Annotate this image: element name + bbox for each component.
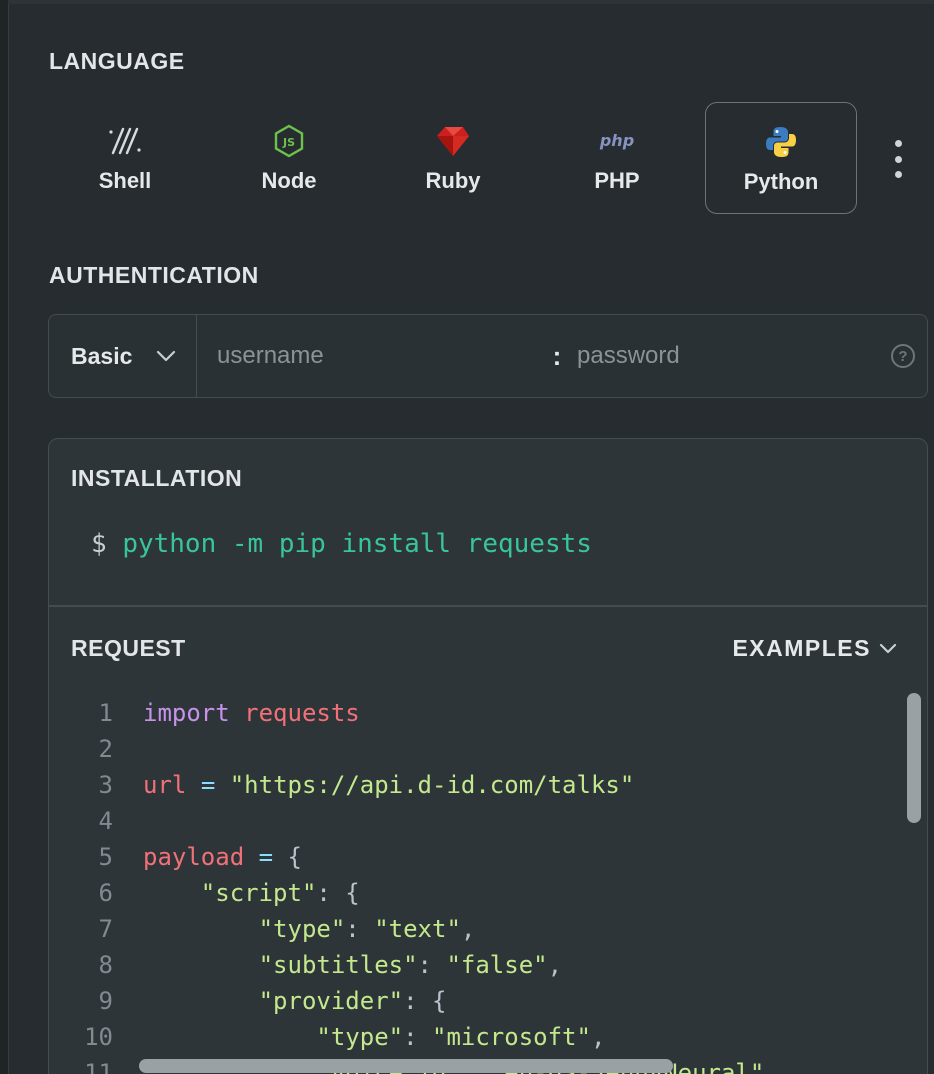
php-icon: php bbox=[597, 122, 637, 160]
line-number: 9 bbox=[98, 987, 113, 1015]
install-command-text: python -m pip install requests bbox=[122, 529, 592, 559]
lang-option-python[interactable]: Python bbox=[705, 102, 857, 214]
code-token: "provider" bbox=[258, 987, 404, 1015]
lang-label-node: Node bbox=[261, 168, 317, 193]
more-languages-button[interactable] bbox=[886, 140, 910, 178]
auth-field-group: Basic : ? bbox=[48, 314, 928, 398]
ruby-icon bbox=[435, 122, 471, 160]
line-number: 2 bbox=[98, 735, 113, 763]
code-token: payload bbox=[143, 843, 245, 871]
line-number: 5 bbox=[98, 843, 113, 871]
code-card: INSTALLATION $ python -m pip install req… bbox=[48, 438, 928, 1074]
code-token: import bbox=[143, 699, 230, 727]
question-circle-icon[interactable]: ? bbox=[891, 344, 915, 368]
code-line: 3 url = "https://api.d-id.com/talks" bbox=[49, 767, 927, 803]
lang-option-node[interactable]: JS Node bbox=[213, 102, 365, 214]
code-token: = bbox=[258, 843, 274, 871]
svg-text:JS: JS bbox=[282, 136, 295, 149]
code-token: url bbox=[143, 771, 187, 799]
vertical-ellipsis-icon bbox=[894, 140, 902, 147]
line-number: 4 bbox=[98, 807, 113, 835]
line-number: 7 bbox=[98, 915, 113, 943]
ellipsis-dot bbox=[894, 155, 902, 163]
code-token: "subtitles" bbox=[258, 951, 418, 979]
section-divider bbox=[49, 605, 927, 607]
code-line: 5 payload = { bbox=[49, 839, 927, 875]
lang-option-php[interactable]: php PHP bbox=[541, 102, 693, 214]
code-line: 6 "script": { bbox=[49, 875, 927, 911]
ellipsis-dot bbox=[894, 171, 902, 178]
shell-icon bbox=[107, 122, 143, 160]
shell-prompt: $ bbox=[91, 529, 107, 559]
python-icon bbox=[764, 123, 798, 161]
credential-separator: : bbox=[552, 340, 562, 371]
language-selector: Shell JS Node Ruby php PHP Python bbox=[49, 102, 929, 214]
horizontal-scrollbar[interactable] bbox=[139, 1059, 673, 1073]
code-token: "https://api.d-id.com/talks" bbox=[229, 771, 635, 799]
code-token: "script" bbox=[200, 879, 317, 907]
line-number: 3 bbox=[98, 771, 113, 799]
authentication-heading: AUTHENTICATION bbox=[49, 262, 259, 288]
examples-label: EXAMPLES bbox=[732, 635, 871, 661]
line-number: 1 bbox=[98, 699, 113, 727]
line-number: 10 bbox=[84, 1023, 113, 1051]
code-token: "false" bbox=[446, 951, 548, 979]
lang-option-shell[interactable]: Shell bbox=[49, 102, 201, 214]
code-token: "text" bbox=[374, 915, 461, 943]
code-token: requests bbox=[244, 699, 360, 727]
code-line: 1 import requests bbox=[49, 695, 927, 731]
code-line: 8 "subtitles": "false", bbox=[49, 947, 927, 983]
auth-type-label: Basic bbox=[71, 342, 133, 369]
line-number: 11 bbox=[84, 1059, 113, 1074]
install-command[interactable]: $ python -m pip install requests bbox=[91, 529, 592, 559]
code-token: = bbox=[200, 771, 216, 799]
lang-label-ruby: Ruby bbox=[425, 168, 481, 193]
vertical-scrollbar[interactable] bbox=[907, 693, 921, 823]
svg-text:php: php bbox=[599, 131, 634, 150]
code-token: "microsoft" bbox=[432, 1023, 591, 1051]
auth-type-select[interactable]: Basic bbox=[49, 315, 197, 397]
lang-label-python: Python bbox=[743, 169, 819, 194]
chevron-down-icon bbox=[879, 643, 897, 654]
code-token: "type" bbox=[316, 1023, 404, 1051]
lang-label-shell: Shell bbox=[98, 168, 152, 193]
code-line: 9 "provider": { bbox=[49, 983, 927, 1019]
code-editor[interactable]: 1 import requests 2 3 url = "https://api.d… bbox=[49, 695, 927, 1074]
nodejs-icon: JS bbox=[273, 122, 305, 160]
line-number: 8 bbox=[98, 951, 113, 979]
username-input[interactable] bbox=[217, 326, 537, 386]
code-line: 4 bbox=[49, 803, 927, 839]
code-line: 7 "type": "text", bbox=[49, 911, 927, 947]
chevron-down-icon bbox=[156, 350, 176, 362]
code-line: 10 "type": "microsoft", bbox=[49, 1019, 927, 1055]
code-token: "type" bbox=[258, 915, 346, 943]
installation-heading: INSTALLATION bbox=[71, 465, 243, 491]
password-input[interactable] bbox=[577, 326, 877, 386]
code-line: 2 bbox=[49, 731, 927, 767]
language-heading: LANGUAGE bbox=[49, 48, 185, 74]
lang-option-ruby[interactable]: Ruby bbox=[377, 102, 529, 214]
line-number: 6 bbox=[98, 879, 113, 907]
examples-dropdown[interactable]: EXAMPLES bbox=[732, 635, 897, 662]
lang-label-php: PHP bbox=[594, 168, 640, 193]
code-token: { bbox=[287, 843, 302, 871]
request-heading: REQUEST bbox=[71, 635, 186, 661]
